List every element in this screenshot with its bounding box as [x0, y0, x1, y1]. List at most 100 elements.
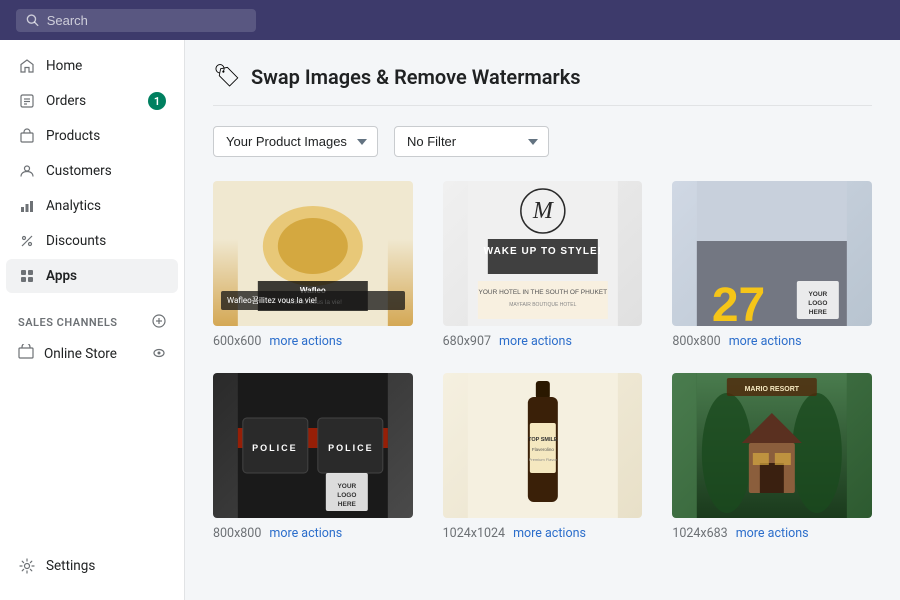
image-thumb-1[interactable]: Wafleo Facilitez vous la vie!	[213, 181, 413, 326]
image-info-6: 1024x683 more actions	[672, 526, 808, 541]
image-thumb-5[interactable]: TOP SMILE Flaverolino Premium Flavor	[443, 373, 643, 518]
sidebar-item-home[interactable]: Home	[6, 49, 178, 83]
image-info-4: 800x800 more actions	[213, 526, 342, 541]
sidebar-item-apps[interactable]: Apps	[6, 259, 178, 293]
sidebar-bottom: Settings	[0, 540, 184, 592]
page-header-icon: 🏷	[213, 64, 241, 89]
orders-icon	[18, 92, 36, 110]
image-size-3: 800x800	[672, 334, 720, 349]
image-info-2: 680x907 more actions	[443, 334, 572, 349]
filters-row: Your Product Images All Images No Filter…	[213, 126, 872, 157]
image-size-2: 680x907	[443, 334, 491, 349]
svg-text:MARIO RESORT: MARIO RESORT	[745, 386, 800, 393]
sidebar-item-discounts-label: Discounts	[46, 233, 106, 249]
sidebar-item-home-label: Home	[46, 58, 82, 74]
sidebar-item-analytics[interactable]: Analytics	[6, 189, 178, 223]
svg-text:LOGO: LOGO	[337, 492, 356, 499]
svg-text:TOP SMILE: TOP SMILE	[528, 437, 558, 443]
product-images-filter[interactable]: Your Product Images All Images	[213, 126, 378, 157]
image-thumb-3[interactable]: 27 YOUR LOGO HERE	[672, 181, 872, 326]
discounts-icon	[18, 232, 36, 250]
image-preview-4: POLICE POLICE YOUR LOGO HERE	[213, 373, 413, 518]
image-card-1: Wafleo Facilitez vous la vie! 600x600 mo…	[213, 181, 413, 349]
image-card-3: 27 YOUR LOGO HERE 800x800 more actions	[672, 181, 872, 349]
image-thumb-2[interactable]: M WAKE UP TO STYLE! YOUR HOTEL IN THE SO…	[443, 181, 643, 326]
svg-text:Premium Flavor: Premium Flavor	[528, 457, 557, 462]
image-preview-1: Wafleo Facilitez vous la vie!	[213, 181, 413, 326]
sidebar: Home Orders 1 Products Customers	[0, 40, 185, 600]
sidebar-item-orders[interactable]: Orders 1	[6, 84, 178, 118]
online-store-left: Online Store	[18, 344, 117, 364]
image-preview-3: 27 YOUR LOGO HERE	[672, 181, 872, 326]
sidebar-item-analytics-label: Analytics	[46, 198, 101, 214]
settings-icon	[18, 557, 36, 575]
sidebar-item-discounts[interactable]: Discounts	[6, 224, 178, 258]
apps-icon	[18, 267, 36, 285]
svg-text:Wafleo: Wafleo	[300, 286, 326, 295]
sidebar-item-settings-label: Settings	[46, 558, 95, 574]
image-card-6: MARIO RESORT 1024x683 more actions	[672, 373, 872, 541]
svg-text:Facilitez vous la vie!: Facilitez vous la vie!	[284, 299, 342, 306]
svg-text:HERE: HERE	[809, 309, 828, 316]
watermark-filter[interactable]: No Filter With Watermark Without Waterma…	[394, 126, 549, 157]
svg-text:M: M	[531, 198, 554, 224]
sales-channels-title: SALES CHANNELS	[18, 316, 118, 329]
svg-text:YOUR: YOUR	[337, 483, 356, 490]
image-info-3: 800x800 more actions	[672, 334, 801, 349]
more-actions-2[interactable]: more actions	[499, 334, 572, 349]
search-bar[interactable]	[16, 9, 256, 32]
image-info-5: 1024x1024 more actions	[443, 526, 586, 541]
svg-text:HERE: HERE	[338, 501, 357, 508]
image-preview-6: MARIO RESORT	[672, 373, 872, 518]
more-actions-5[interactable]: more actions	[513, 526, 586, 541]
image-card-2: M WAKE UP TO STYLE! YOUR HOTEL IN THE SO…	[443, 181, 643, 349]
search-input[interactable]	[47, 13, 246, 28]
sidebar-item-online-store[interactable]: Online Store	[6, 336, 178, 372]
main-content: 🏷 Swap Images & Remove Watermarks Your P…	[185, 40, 900, 600]
sidebar-item-customers[interactable]: Customers	[6, 154, 178, 188]
sidebar-item-apps-label: Apps	[46, 268, 77, 284]
image-thumb-4[interactable]: POLICE POLICE YOUR LOGO HERE	[213, 373, 413, 518]
topbar	[0, 0, 900, 40]
image-card-4: POLICE POLICE YOUR LOGO HERE 800x800 mor…	[213, 373, 413, 541]
eye-icon[interactable]	[152, 345, 166, 364]
svg-text:POLICE: POLICE	[252, 443, 298, 453]
image-thumb-6[interactable]: MARIO RESORT	[672, 373, 872, 518]
sales-channels-section: SALES CHANNELS	[0, 302, 184, 335]
sidebar-item-products[interactable]: Products	[6, 119, 178, 153]
svg-text:YOUR HOTEL IN THE SOUTH OF PHU: YOUR HOTEL IN THE SOUTH OF PHUKET	[478, 289, 607, 296]
online-store-label: Online Store	[44, 346, 117, 362]
more-actions-6[interactable]: more actions	[736, 526, 809, 541]
customers-icon	[18, 162, 36, 180]
more-actions-1[interactable]: more actions	[269, 334, 342, 349]
svg-text:YOUR: YOUR	[809, 291, 828, 298]
svg-text:MAYFAIR BOUTIQUE HOTEL: MAYFAIR BOUTIQUE HOTEL	[509, 302, 576, 308]
page-header: 🏷 Swap Images & Remove Watermarks	[213, 64, 872, 106]
add-channel-icon[interactable]	[152, 314, 166, 331]
sidebar-item-settings[interactable]: Settings	[6, 549, 178, 583]
sidebar-item-customers-label: Customers	[46, 163, 112, 179]
image-grid: Wafleo Facilitez vous la vie! 600x600 mo…	[213, 181, 872, 541]
image-size-4: 800x800	[213, 526, 261, 541]
image-preview-2: M WAKE UP TO STYLE! YOUR HOTEL IN THE SO…	[443, 181, 643, 326]
svg-text:Flaverolino: Flaverolino	[531, 447, 554, 452]
image-size-5: 1024x1024	[443, 526, 505, 541]
more-actions-3[interactable]: more actions	[729, 334, 802, 349]
sidebar-item-orders-label: Orders	[46, 93, 86, 109]
image-info-1: 600x600 more actions	[213, 334, 342, 349]
image-preview-5: TOP SMILE Flaverolino Premium Flavor	[443, 373, 643, 518]
more-actions-4[interactable]: more actions	[269, 526, 342, 541]
search-icon	[26, 13, 39, 27]
layout: Home Orders 1 Products Customers	[0, 40, 900, 600]
sidebar-nav: Home Orders 1 Products Customers	[0, 40, 184, 302]
orders-badge: 1	[148, 92, 166, 110]
sidebar-item-products-label: Products	[46, 128, 100, 144]
home-icon	[18, 57, 36, 75]
image-card-5: TOP SMILE Flaverolino Premium Flavor 102…	[443, 373, 643, 541]
image-size-6: 1024x683	[672, 526, 727, 541]
page-title: Swap Images & Remove Watermarks	[251, 65, 581, 89]
svg-text:WAKE UP TO STYLE!: WAKE UP TO STYLE!	[483, 246, 601, 257]
svg-text:POLICE: POLICE	[328, 443, 374, 453]
svg-text:27: 27	[712, 279, 765, 326]
image-size-1: 600x600	[213, 334, 261, 349]
